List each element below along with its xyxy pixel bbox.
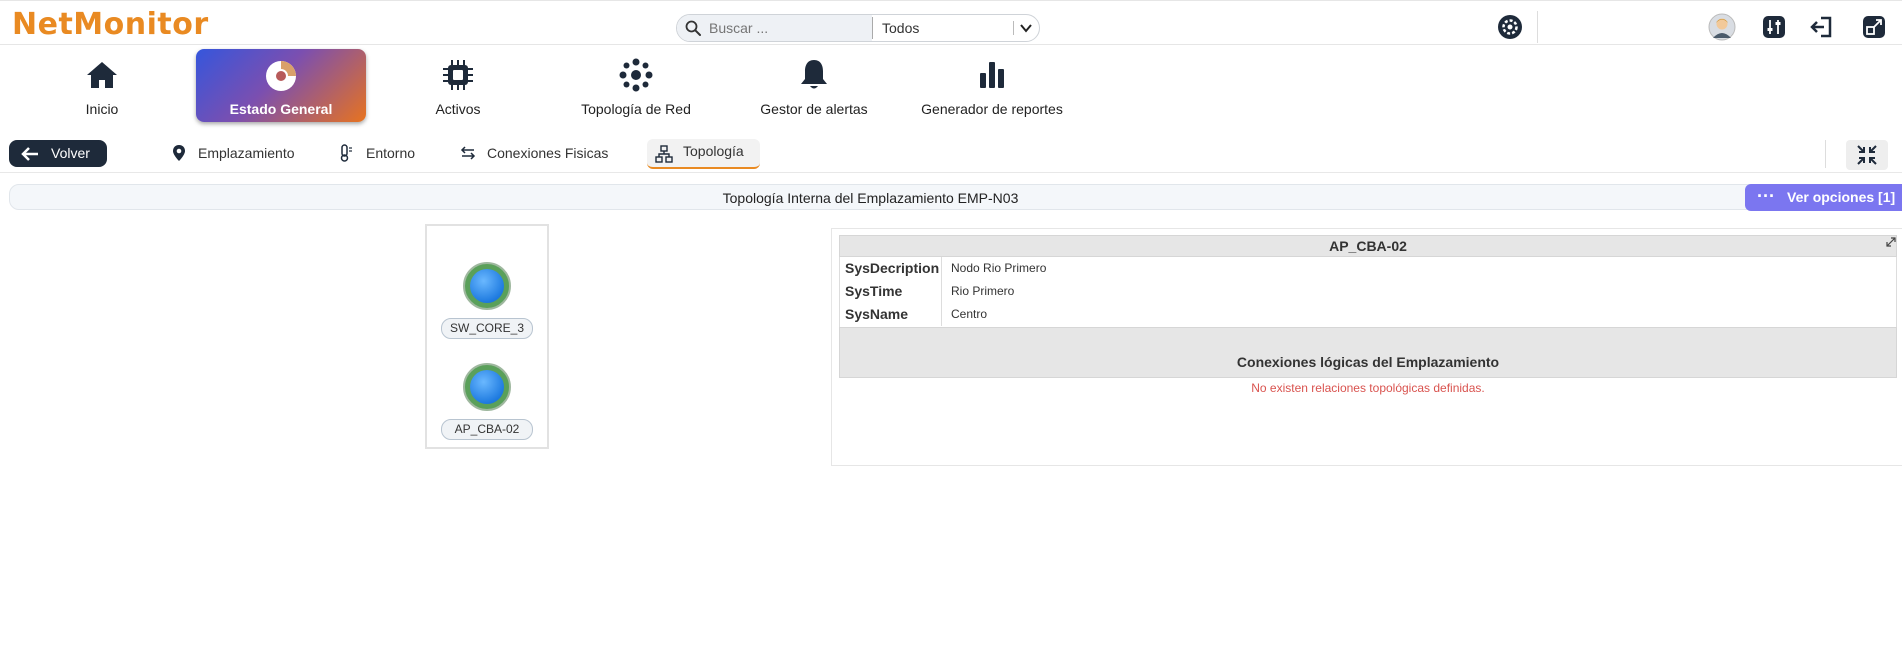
bar-chart-icon bbox=[980, 62, 1004, 88]
sliders-icon[interactable] bbox=[1760, 13, 1788, 41]
collapse-button[interactable] bbox=[1846, 140, 1888, 170]
topology-node[interactable]: AP_CBA-02 bbox=[427, 363, 547, 443]
dashboard-icon bbox=[266, 61, 296, 91]
topology-canvas[interactable]: SW_CORE_3 AP_CBA-02 bbox=[425, 224, 549, 449]
detail-title: AP_CBA-02 bbox=[839, 235, 1897, 257]
detail-row: SysTime Rio Primero bbox=[839, 280, 1897, 303]
home-icon bbox=[87, 62, 117, 88]
node-detail-panel: AP_CBA-02 SysDecription Nodo Rio Primero… bbox=[831, 228, 1902, 466]
fullscreen-icon[interactable] bbox=[1860, 13, 1888, 41]
back-button[interactable]: Volver bbox=[9, 140, 107, 167]
chip-icon bbox=[443, 60, 473, 90]
connections-header: Conexiones lógicas del Emplazamiento bbox=[839, 327, 1897, 378]
sitemap-icon bbox=[655, 145, 673, 163]
top-bar: NetMonitor Todos bbox=[0, 0, 1902, 45]
logout-icon[interactable] bbox=[1808, 13, 1836, 41]
swap-arrows-icon bbox=[460, 146, 476, 160]
network-icon bbox=[619, 58, 653, 92]
tab-emplazamiento[interactable]: Emplazamiento bbox=[170, 144, 300, 166]
chevron-down-icon[interactable] bbox=[1019, 21, 1033, 35]
bell-icon bbox=[801, 60, 827, 89]
arrow-left-icon bbox=[21, 147, 38, 161]
nav-generador-de-reportes[interactable]: Generador de reportes bbox=[907, 49, 1077, 122]
detail-row: SysName Centro bbox=[839, 303, 1897, 326]
page-title: Topología Interna del Emplazamiento EMP-… bbox=[722, 190, 1019, 206]
nav-inicio[interactable]: Inicio bbox=[17, 49, 187, 122]
node-icon bbox=[463, 363, 511, 411]
nav-estado-general[interactable]: Estado General bbox=[196, 49, 366, 122]
empty-message: No existen relaciones topológicas defini… bbox=[1251, 381, 1485, 395]
node-icon bbox=[463, 262, 511, 310]
topology-node[interactable]: SW_CORE_3 bbox=[427, 262, 547, 342]
nav-gestor-de-alertas[interactable]: Gestor de alertas bbox=[729, 49, 899, 122]
more-dots-icon: ··· bbox=[1757, 186, 1775, 206]
search-scope-select[interactable]: Todos bbox=[882, 20, 919, 36]
search-icon[interactable] bbox=[685, 20, 701, 36]
thermometer-icon bbox=[340, 144, 352, 162]
nav-activos[interactable]: Activos bbox=[373, 49, 543, 122]
nav-topologia-de-red[interactable]: Topología de Red bbox=[551, 49, 721, 122]
search-box: Todos bbox=[676, 14, 1040, 42]
search-input[interactable] bbox=[709, 19, 864, 37]
options-button[interactable]: ··· Ver opciones [1] bbox=[1745, 184, 1902, 211]
detail-row: SysDecription Nodo Rio Primero bbox=[839, 257, 1897, 280]
app-logo[interactable]: NetMonitor bbox=[12, 7, 209, 42]
gear-icon[interactable] bbox=[1496, 13, 1524, 41]
tab-conexiones-fisicas[interactable]: Conexiones Fisicas bbox=[459, 144, 609, 166]
expand-icon[interactable] bbox=[1885, 236, 1897, 248]
tab-entorno[interactable]: Entorno bbox=[337, 144, 427, 166]
location-pin-icon bbox=[173, 145, 185, 161]
collapse-icon bbox=[1857, 145, 1877, 165]
section-header: Topología Interna del Emplazamiento EMP-… bbox=[9, 184, 1902, 210]
tab-topologia[interactable]: Topología bbox=[647, 139, 760, 169]
avatar[interactable] bbox=[1708, 13, 1736, 41]
